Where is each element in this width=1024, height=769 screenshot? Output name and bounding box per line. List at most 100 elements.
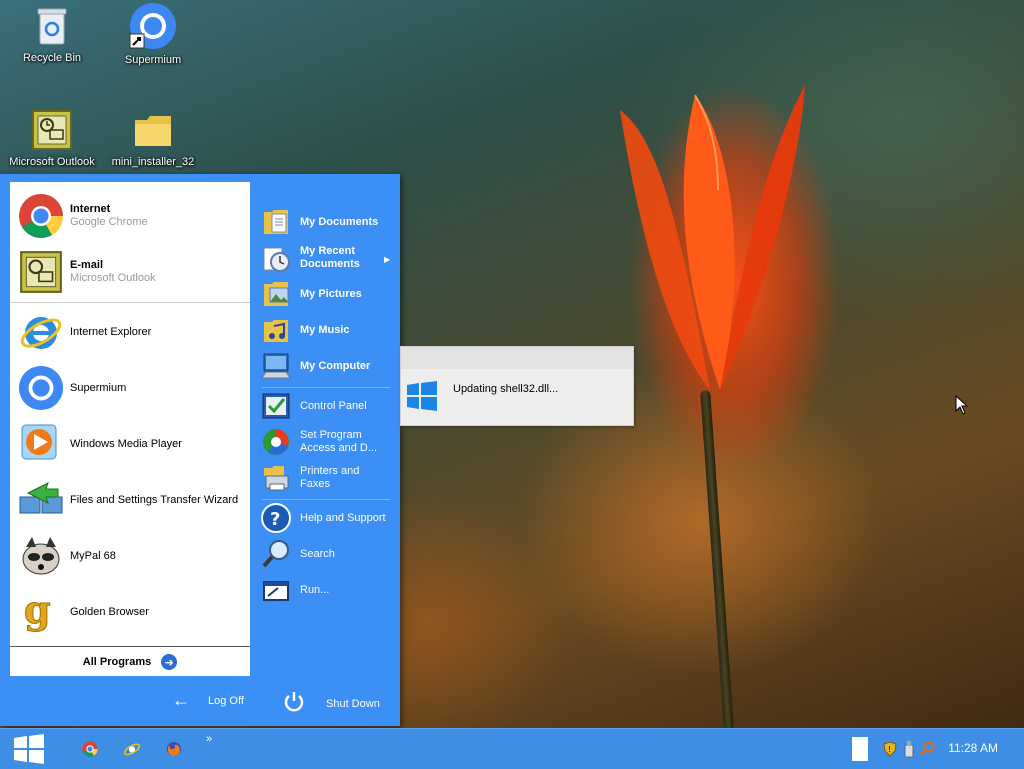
run-icon	[260, 574, 292, 606]
desktop-icon-recycle-bin[interactable]: Recycle Bin	[2, 4, 102, 64]
supermium-icon	[129, 2, 177, 50]
pinned-item-subtitle: Google Chrome	[70, 216, 148, 228]
taskbar-firefox-button[interactable]	[164, 729, 184, 769]
divider	[262, 499, 390, 500]
search-icon	[260, 538, 292, 570]
program-item-label: Golden Browser	[70, 605, 149, 618]
notification-message: Updating shell32.dll...	[453, 383, 559, 395]
desktop-icon-label: Microsoft Outlook	[9, 156, 95, 168]
place-search[interactable]: Search	[260, 537, 392, 571]
program-item-label: MyPal 68	[70, 549, 116, 562]
supermium-icon	[18, 365, 64, 411]
pinned-item-email[interactable]: E-mail Microsoft Outlook	[10, 246, 250, 298]
ie-icon	[123, 743, 141, 756]
desktop-icon-label: mini_installer_32	[111, 156, 195, 168]
place-set-program-access[interactable]: Set Program Access and D...	[260, 425, 392, 459]
usb-tray-icon[interactable]	[902, 729, 916, 769]
clock[interactable]: 11:28 AM	[948, 741, 998, 755]
taskbar: » ! 11:28 AM	[0, 728, 1024, 769]
ie-icon	[18, 309, 64, 355]
power-icon	[282, 690, 306, 717]
security-tray-icon[interactable]: !	[882, 729, 898, 769]
taskbar-overflow-button[interactable]: »	[202, 729, 216, 749]
place-run[interactable]: Run...	[260, 573, 392, 607]
program-access-icon	[260, 426, 292, 458]
place-label: Run...	[300, 583, 330, 596]
help-icon: ?	[260, 502, 292, 534]
place-label: Printers and Faxes	[300, 465, 360, 490]
program-item-internet-explorer[interactable]: Internet Explorer	[10, 306, 250, 358]
chrome-icon	[18, 193, 64, 239]
computer-icon	[260, 350, 292, 382]
desktop-icon-label: Recycle Bin	[22, 52, 82, 64]
outlook-icon	[18, 249, 64, 295]
shut-down-button[interactable]: Shut Down	[282, 690, 380, 717]
desktop-icon-mini-installer[interactable]: mini_installer_32	[103, 108, 203, 168]
pinned-item-internet[interactable]: Internet Google Chrome	[10, 190, 250, 242]
place-my-computer[interactable]: My Computer	[260, 349, 392, 383]
folder-icon	[131, 108, 175, 152]
place-label: Help and Support	[300, 511, 386, 524]
place-label: My Pictures	[300, 287, 362, 300]
taskbar-ie-button[interactable]	[122, 729, 142, 769]
windows-logo-icon	[407, 381, 437, 414]
svg-text:!: !	[888, 745, 891, 754]
log-off-label: Log Off	[208, 694, 244, 707]
all-programs-button[interactable]: All Programs ➜	[10, 646, 250, 677]
place-my-music[interactable]: My Music	[260, 313, 392, 347]
windows-logo-icon	[14, 734, 44, 764]
control-panel-icon	[260, 390, 292, 422]
notification-header	[401, 347, 633, 369]
svg-text:g: g	[24, 589, 51, 632]
desktop-icon-supermium[interactable]: Supermium	[103, 2, 203, 66]
notification-area-toggle[interactable]	[852, 737, 868, 761]
program-item-golden-browser[interactable]: g Golden Browser	[10, 586, 250, 638]
printer-icon	[260, 462, 292, 494]
outlook-icon	[30, 108, 74, 152]
start-menu: Internet Google Chrome E-mail Microsoft Ou…	[0, 174, 400, 726]
submenu-arrow-icon: ▶	[384, 255, 391, 264]
pictures-folder-icon	[260, 278, 292, 310]
update-notification: Updating shell32.dll...	[400, 346, 634, 426]
divider	[262, 387, 390, 388]
place-my-recent-documents[interactable]: My Recent Documents ▶	[260, 241, 392, 275]
taskbar-chrome-button[interactable]	[80, 729, 100, 769]
place-help-and-support[interactable]: ? Help and Support	[260, 501, 392, 535]
firefox-icon	[167, 742, 181, 756]
place-label: Set Program Access and D...	[300, 429, 378, 454]
place-my-documents[interactable]: My Documents	[260, 205, 392, 239]
place-printers-and-faxes[interactable]: Printers and Faxes	[260, 461, 392, 495]
chrome-icon	[82, 741, 98, 757]
program-item-label: Files and Settings Transfer Wizard	[70, 493, 239, 506]
place-label: My Recent Documents	[300, 245, 360, 270]
arrow-left-icon: ←	[172, 690, 190, 710]
program-item-label: Supermium	[70, 381, 127, 394]
start-menu-footer: ← Log Off Shut Down	[0, 682, 400, 722]
desktop-icon-outlook[interactable]: Microsoft Outlook	[2, 108, 102, 168]
wallpaper-stem	[700, 390, 734, 730]
pinned-item-title: Internet	[70, 203, 111, 215]
log-off-button[interactable]: ← Log Off	[172, 690, 244, 711]
program-item-supermium[interactable]: Supermium	[10, 362, 250, 414]
program-item-transfer-wizard[interactable]: Files and Settings Transfer Wizard	[10, 474, 250, 526]
start-menu-programs-pane: Internet Google Chrome E-mail Microsoft Ou…	[10, 182, 250, 676]
search-tray-icon[interactable]	[918, 729, 936, 769]
program-item-mypal[interactable]: MyPal 68	[10, 530, 250, 582]
program-item-label: Internet Explorer	[70, 325, 152, 338]
pinned-item-subtitle: Microsoft Outlook	[70, 272, 156, 284]
place-control-panel[interactable]: Control Panel	[260, 389, 392, 423]
golden-browser-icon: g	[18, 587, 64, 635]
all-programs-label: All Programs	[82, 656, 152, 668]
shut-down-label: Shut Down	[326, 697, 380, 710]
pinned-item-title: E-mail	[70, 259, 104, 271]
place-label: My Computer	[300, 359, 371, 372]
transfer-wizard-icon	[18, 477, 64, 523]
desktop-icon-label: Supermium	[124, 54, 182, 66]
arrow-right-icon: ➜	[161, 654, 178, 670]
start-button[interactable]	[8, 729, 50, 769]
media-player-icon	[18, 421, 64, 467]
place-my-pictures[interactable]: My Pictures	[260, 277, 392, 311]
program-item-windows-media-player[interactable]: Windows Media Player	[10, 418, 250, 470]
recycle-bin-icon	[30, 4, 74, 48]
music-folder-icon	[260, 314, 292, 346]
